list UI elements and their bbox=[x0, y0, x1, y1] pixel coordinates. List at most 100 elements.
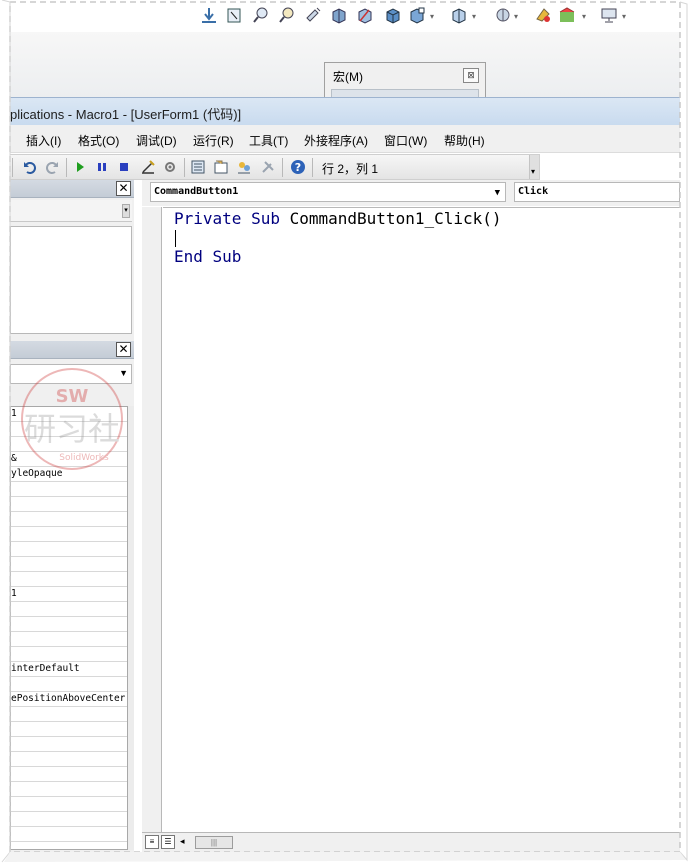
scene-icon[interactable] bbox=[558, 6, 576, 24]
property-value[interactable] bbox=[11, 422, 127, 437]
procedure-view-icon[interactable]: ≡ bbox=[145, 835, 159, 849]
view-orientation-icon[interactable] bbox=[356, 6, 374, 24]
code-window-footer: ≡ ☰ ◂ ||| bbox=[142, 832, 680, 852]
help-icon[interactable]: ? bbox=[290, 159, 306, 175]
property-value[interactable] bbox=[11, 512, 127, 527]
rotate-icon[interactable] bbox=[304, 6, 322, 24]
property-value[interactable] bbox=[11, 827, 127, 842]
code-line[interactable]: End Sub bbox=[174, 247, 241, 266]
properties-pane-header: ✕ bbox=[10, 341, 134, 359]
properties-window-icon[interactable] bbox=[213, 159, 229, 175]
appearance-icon[interactable] bbox=[534, 6, 552, 24]
menu-run[interactable]: 运行(R) bbox=[193, 132, 234, 149]
left-panes: ✕ ▾ ✕ ▼ 1 & yleOpaque 1 interDefault ePo… bbox=[10, 180, 134, 852]
view-cube-icon[interactable] bbox=[450, 6, 468, 24]
property-value[interactable]: 1 bbox=[11, 587, 127, 602]
code-line[interactable]: Private Sub CommandButton1_Click() bbox=[174, 209, 502, 228]
zoom-fit-icon[interactable] bbox=[252, 6, 270, 24]
menu-format[interactable]: 格式(O) bbox=[78, 132, 119, 149]
property-value[interactable] bbox=[11, 767, 127, 782]
chevron-down-icon[interactable]: ▾ bbox=[582, 12, 586, 21]
redo-icon[interactable] bbox=[44, 159, 60, 175]
object-select[interactable]: CommandButton1 ▼ bbox=[150, 182, 506, 202]
design-mode-icon[interactable] bbox=[140, 159, 156, 175]
hide-show-icon[interactable] bbox=[494, 6, 512, 24]
property-value[interactable] bbox=[11, 677, 127, 692]
close-icon[interactable]: ✕ bbox=[116, 342, 131, 357]
properties-object-select[interactable]: ▼ bbox=[10, 364, 132, 384]
toolbar-separator bbox=[66, 158, 67, 177]
property-value[interactable] bbox=[11, 752, 127, 767]
monitor-icon[interactable] bbox=[600, 6, 618, 24]
chevron-down-icon[interactable]: ▾ bbox=[122, 204, 130, 218]
undo-icon[interactable] bbox=[22, 159, 38, 175]
property-value[interactable] bbox=[11, 647, 127, 662]
property-value[interactable] bbox=[11, 572, 127, 587]
property-value[interactable] bbox=[11, 782, 127, 797]
arrow-down-icon[interactable] bbox=[200, 6, 218, 24]
property-value[interactable] bbox=[11, 527, 127, 542]
chevron-down-icon[interactable]: ▾ bbox=[622, 12, 626, 21]
window-title: plications - Macro1 - [UserForm1 (代码)] bbox=[10, 107, 242, 122]
close-icon[interactable]: ⊠ bbox=[463, 68, 479, 83]
project-pane-toolbar: ▾ bbox=[10, 200, 132, 222]
solidworks-toolbar: ▾ ▾ ▾ ▾ ▾ bbox=[10, 0, 680, 32]
properties-scrollbar[interactable] bbox=[128, 406, 134, 850]
run-icon[interactable] bbox=[72, 159, 88, 175]
section-view-icon[interactable] bbox=[330, 6, 348, 24]
property-value[interactable] bbox=[11, 632, 127, 647]
full-module-view-icon[interactable]: ☰ bbox=[161, 835, 175, 849]
toolbox-icon[interactable] bbox=[260, 159, 276, 175]
property-value[interactable]: 1 bbox=[11, 407, 127, 422]
project-explorer-icon[interactable] bbox=[190, 159, 206, 175]
property-value[interactable] bbox=[11, 437, 127, 452]
pause-icon[interactable] bbox=[94, 159, 110, 175]
chevron-down-icon: ▼ bbox=[119, 368, 128, 378]
property-value[interactable] bbox=[11, 497, 127, 512]
procedure-select-value: Click bbox=[518, 186, 549, 197]
property-value[interactable]: ePositionAboveCenter bbox=[11, 692, 127, 707]
menu-debug[interactable]: 调试(D) bbox=[136, 132, 177, 149]
zoom-area-icon[interactable] bbox=[278, 6, 296, 24]
properties-grid[interactable]: 1 & yleOpaque 1 interDefault ePositionAb… bbox=[10, 406, 128, 850]
code-editor[interactable]: Private Sub CommandButton1_Click() End S… bbox=[163, 207, 680, 832]
chevron-down-icon[interactable]: ▾ bbox=[472, 12, 476, 21]
property-value[interactable] bbox=[11, 797, 127, 812]
menu-addins[interactable]: 外接程序(A) bbox=[304, 132, 368, 149]
menu-insert[interactable]: 插入(I) bbox=[26, 132, 61, 149]
toolbar-options-button[interactable]: ▾ bbox=[529, 155, 539, 179]
horizontal-scroll-thumb[interactable]: ||| bbox=[195, 836, 233, 849]
close-icon[interactable]: ✕ bbox=[116, 181, 131, 196]
property-value[interactable]: & bbox=[11, 452, 127, 467]
code-margin[interactable] bbox=[142, 207, 162, 832]
display-style-icon[interactable] bbox=[408, 6, 426, 24]
sketch-icon[interactable] bbox=[226, 6, 244, 24]
property-value[interactable] bbox=[11, 617, 127, 632]
stop-icon[interactable] bbox=[116, 159, 132, 175]
property-value[interactable] bbox=[11, 737, 127, 752]
cube-icon[interactable] bbox=[384, 6, 402, 24]
object-browser-icon[interactable] bbox=[236, 159, 252, 175]
standard-toolbar: ? 行 2，列 1 ▾ bbox=[10, 154, 540, 180]
chevron-down-icon[interactable]: ▾ bbox=[430, 12, 434, 21]
property-value[interactable]: interDefault bbox=[11, 662, 127, 677]
menu-help[interactable]: 帮助(H) bbox=[444, 132, 485, 149]
property-value[interactable] bbox=[11, 542, 127, 557]
chevron-down-icon[interactable]: ▾ bbox=[514, 12, 518, 21]
procedure-select[interactable]: Click bbox=[514, 182, 680, 202]
property-value[interactable] bbox=[11, 812, 127, 827]
property-value[interactable] bbox=[11, 557, 127, 572]
property-value[interactable] bbox=[11, 482, 127, 497]
project-tree[interactable] bbox=[10, 226, 132, 334]
svg-text:?: ? bbox=[295, 161, 301, 174]
property-value[interactable] bbox=[11, 707, 127, 722]
property-value[interactable]: yleOpaque bbox=[11, 467, 127, 482]
macro-popup: 宏(M) ⊠ bbox=[324, 62, 486, 103]
property-value[interactable] bbox=[11, 602, 127, 617]
property-value[interactable] bbox=[11, 722, 127, 737]
settings-gear-icon[interactable] bbox=[162, 159, 178, 175]
chevron-down-icon: ▼ bbox=[494, 188, 500, 198]
menu-window[interactable]: 窗口(W) bbox=[384, 132, 427, 149]
menu-tools[interactable]: 工具(T) bbox=[249, 132, 288, 149]
scroll-left-icon[interactable]: ◂ bbox=[180, 836, 185, 847]
